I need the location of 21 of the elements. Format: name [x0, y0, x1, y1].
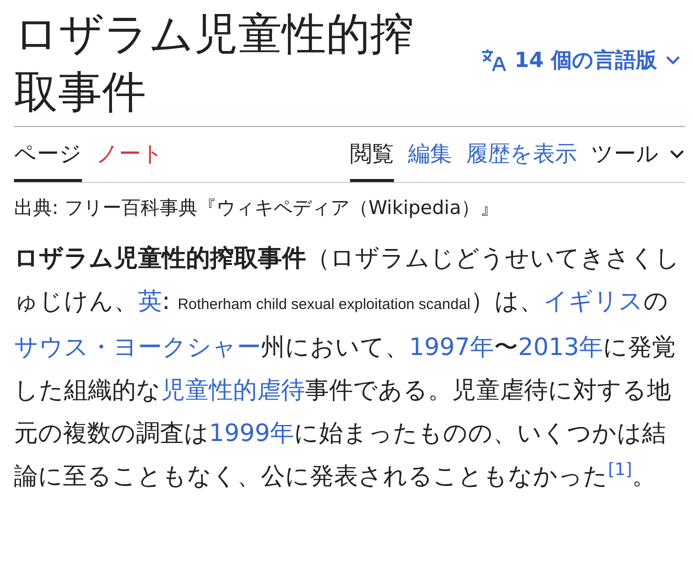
view-tab[interactable]: 履歴を表示 [466, 127, 577, 182]
article-link[interactable]: 1999年 [209, 419, 294, 447]
chevron-down-icon [669, 149, 685, 159]
source-note: 出典: フリー百科事典『ウィキペディア（Wikipedia）』 [14, 196, 500, 221]
article-link[interactable]: サウス・ヨークシャー [14, 333, 261, 361]
chevron-down-icon [665, 55, 681, 65]
page-tab[interactable]: ノート [96, 127, 164, 182]
translate-icon [480, 48, 506, 72]
page-tab[interactable]: ページ [14, 127, 82, 182]
tools-menu[interactable]: ツール [591, 127, 685, 182]
view-tab[interactable]: 編集 [408, 127, 452, 182]
page-title: ロザラム児童性的搾取事件 [14, 9, 415, 119]
article-paragraph: ロザラム児童性的搾取事件（ロザラムじどうせいてきさくしゅじけん、英: Rotherham child sexual exploitation scandal）は、イギリス の サウス・ヨークシャー州において、1997年〜2013年に発覚した組織的な児童性的虐待事件である。児童虐待に対する地元の複数の調査は 1999年に始まったものの、いくつかは結論に至ることもなく、公に発表されることもなかった$^{[1]}$。 [14, 243, 681, 492]
language-button[interactable]: 14 個の言語版 [480, 46, 681, 74]
reference-link[interactable]: [1] [608, 460, 632, 480]
article-link[interactable]: 児童性的虐待 [161, 376, 305, 404]
article-link[interactable]: 2013年 [518, 333, 604, 361]
article-link[interactable]: イギリス [543, 287, 644, 315]
view-tab[interactable]: 閲覧 [350, 127, 394, 182]
article-link[interactable]: 1997年 [409, 333, 494, 361]
article-link[interactable]: 英 [138, 287, 162, 315]
